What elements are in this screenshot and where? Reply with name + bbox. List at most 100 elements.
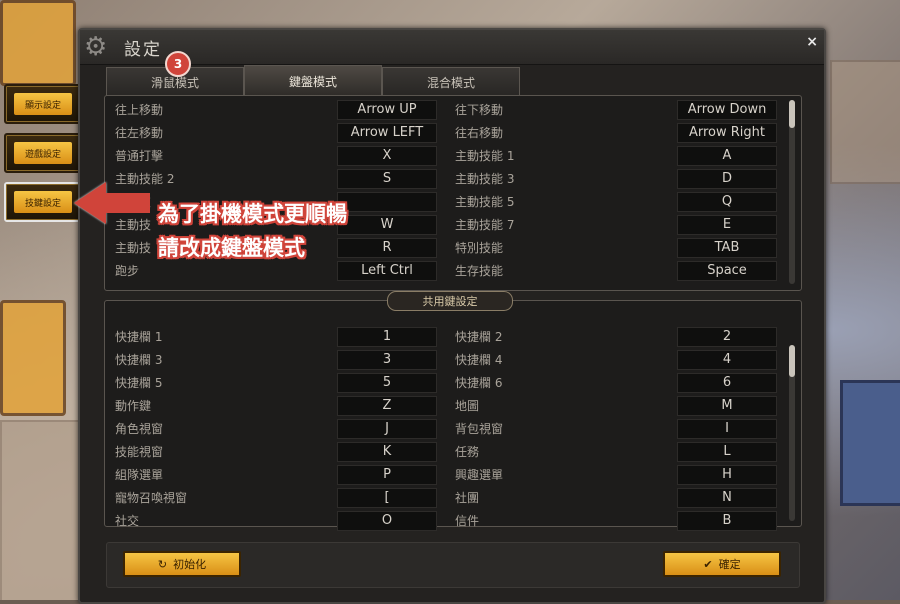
key-binding[interactable]: Z bbox=[337, 396, 437, 416]
key-label: 任務 bbox=[455, 445, 480, 459]
tab-keyboard-mode[interactable]: 鍵盤模式 bbox=[244, 65, 382, 96]
key-binding[interactable]: 6 bbox=[677, 373, 777, 393]
key-label: 快捷欄 5 bbox=[115, 376, 163, 390]
key-binding[interactable]: 5 bbox=[337, 373, 437, 393]
key-binding[interactable]: 4 bbox=[677, 350, 777, 370]
sidebar-item-label: 遊戲設定 bbox=[14, 142, 72, 164]
key-binding[interactable]: Arrow Down bbox=[677, 100, 777, 120]
key-label: 主動技 bbox=[115, 241, 152, 255]
key-row: 往左移動 Arrow LEFT 往右移動 Arrow Right bbox=[105, 123, 785, 143]
key-row: 往上移動 Arrow UP 往下移動 Arrow Down bbox=[105, 100, 785, 120]
key-row: 社交 O 信件 B bbox=[105, 511, 785, 531]
key-label: 特別技能 bbox=[455, 241, 504, 255]
sidebar-item-label: 顯示設定 bbox=[14, 93, 72, 115]
key-binding[interactable]: L bbox=[677, 442, 777, 462]
key-label: 動作鍵 bbox=[115, 399, 152, 413]
key-binding[interactable]: S bbox=[337, 169, 437, 189]
key-row: 跑步 Left Ctrl 生存技能 Space bbox=[105, 261, 785, 281]
sidebar-item-display[interactable]: 顯示設定 bbox=[4, 84, 82, 124]
key-binding[interactable]: Arrow UP bbox=[337, 100, 437, 120]
key-binding[interactable]: Arrow Right bbox=[677, 123, 777, 143]
key-label: 主動技能 1 bbox=[455, 149, 515, 163]
key-binding[interactable]: Space bbox=[677, 261, 777, 281]
annotation-line-1: 為了掛機模式更順暢 bbox=[158, 202, 347, 226]
key-label: 地圖 bbox=[455, 399, 480, 413]
scrollbar[interactable] bbox=[789, 100, 795, 284]
close-icon[interactable]: × bbox=[806, 34, 818, 50]
settings-window: ⚙ 設定 × 滑鼠模式 鍵盤模式 混合模式 往上移動 Arrow UP 往下移動 Ar… bbox=[78, 28, 826, 604]
key-binding[interactable]: TAB bbox=[677, 238, 777, 258]
key-label: 社團 bbox=[455, 491, 480, 505]
key-row: 寵物召喚視窗 [ 社團 N bbox=[105, 488, 785, 508]
key-label: 往下移動 bbox=[455, 103, 504, 117]
key-label: 背包視窗 bbox=[455, 422, 504, 436]
key-label: 寵物召喚視窗 bbox=[115, 491, 188, 505]
key-binding[interactable] bbox=[337, 192, 437, 212]
key-label: 生存技能 bbox=[455, 264, 504, 278]
key-row: 技能視窗 K 任務 L bbox=[105, 442, 785, 462]
key-label: 往右移動 bbox=[455, 126, 504, 140]
key-label: 快捷欄 4 bbox=[455, 353, 503, 367]
key-row: 動作鍵 Z 地圖 M bbox=[105, 396, 785, 416]
key-label: 社交 bbox=[115, 514, 140, 528]
annotation-arrow-bar bbox=[104, 193, 150, 213]
section-title: 共用鍵設定 bbox=[387, 291, 513, 311]
key-label: 信件 bbox=[455, 514, 480, 528]
key-binding[interactable]: P bbox=[337, 465, 437, 485]
title-bar: ⚙ 設定 × bbox=[80, 30, 824, 65]
key-label: 主動技能 3 bbox=[455, 172, 515, 186]
key-binding[interactable]: [ bbox=[337, 488, 437, 508]
check-icon: ✔ bbox=[703, 557, 713, 571]
key-row: 快捷欄 5 5 快捷欄 6 6 bbox=[105, 373, 785, 393]
key-label: 往上移動 bbox=[115, 103, 164, 117]
key-label: 跑步 bbox=[115, 264, 140, 278]
key-binding[interactable]: 3 bbox=[337, 350, 437, 370]
key-binding[interactable]: N bbox=[677, 488, 777, 508]
key-label: 技能視窗 bbox=[115, 445, 164, 459]
key-binding[interactable]: Q bbox=[677, 192, 777, 212]
key-label: 角色視窗 bbox=[115, 422, 164, 436]
reset-button[interactable]: ↻ 初始化 bbox=[123, 551, 241, 577]
key-binding[interactable]: O bbox=[337, 511, 437, 531]
confirm-button[interactable]: ✔ 確定 bbox=[663, 551, 781, 577]
scrollbar[interactable] bbox=[789, 345, 795, 521]
sidebar-item-game[interactable]: 遊戲設定 bbox=[4, 133, 82, 173]
key-label: 普通打擊 bbox=[115, 149, 164, 163]
key-binding[interactable]: M bbox=[677, 396, 777, 416]
key-row: 角色視窗 J 背包視窗 I bbox=[105, 419, 785, 439]
window-title: 設定 bbox=[124, 40, 162, 60]
key-binding[interactable]: R bbox=[337, 238, 437, 258]
key-binding[interactable]: H bbox=[677, 465, 777, 485]
key-binding[interactable]: W bbox=[337, 215, 437, 235]
common-keys-panel: 快捷欄 1 1 快捷欄 2 2 快捷欄 3 3 快捷欄 4 4 快捷欄 5 5 快捷欄 6 6 動作鍵 Z… bbox=[104, 300, 802, 531]
tab-mixed-mode[interactable]: 混合模式 bbox=[382, 67, 520, 96]
key-binding[interactable]: I bbox=[677, 419, 777, 439]
key-binding[interactable]: Arrow LEFT bbox=[337, 123, 437, 143]
key-label: 主動技能 5 bbox=[455, 195, 515, 209]
annotation-line-2: 請改成鍵盤模式 bbox=[158, 236, 305, 260]
key-label: 主動技能 7 bbox=[455, 218, 515, 232]
key-binding[interactable]: B bbox=[677, 511, 777, 531]
key-row: 組隊選單 P 興趣選單 H bbox=[105, 465, 785, 485]
step-badge: 3 bbox=[165, 51, 191, 77]
key-label: 主動技能 2 bbox=[115, 172, 175, 186]
sidebar-item-keys[interactable]: 技鍵設定 bbox=[4, 182, 82, 222]
key-binding[interactable]: J bbox=[337, 419, 437, 439]
key-row: 快捷欄 1 1 快捷欄 2 2 bbox=[105, 327, 785, 347]
reset-label: 初始化 bbox=[173, 558, 207, 571]
key-binding[interactable]: D bbox=[677, 169, 777, 189]
key-binding[interactable]: 1 bbox=[337, 327, 437, 347]
gear-icon: ⚙ bbox=[84, 32, 108, 62]
key-label: 主動技 bbox=[115, 218, 152, 232]
key-binding[interactable]: 2 bbox=[677, 327, 777, 347]
annotation-arrow-icon bbox=[74, 182, 106, 224]
bottom-bar: ↻ 初始化 ✔ 確定 bbox=[106, 542, 800, 588]
sidebar-item-label: 技鍵設定 bbox=[14, 191, 72, 213]
key-row: 主動技能 2 S 主動技能 3 D bbox=[105, 169, 785, 189]
key-binding[interactable]: A bbox=[677, 146, 777, 166]
key-binding[interactable]: E bbox=[677, 215, 777, 235]
key-label: 往左移動 bbox=[115, 126, 164, 140]
key-binding[interactable]: X bbox=[337, 146, 437, 166]
key-binding[interactable]: Left Ctrl bbox=[337, 261, 437, 281]
key-binding[interactable]: K bbox=[337, 442, 437, 462]
